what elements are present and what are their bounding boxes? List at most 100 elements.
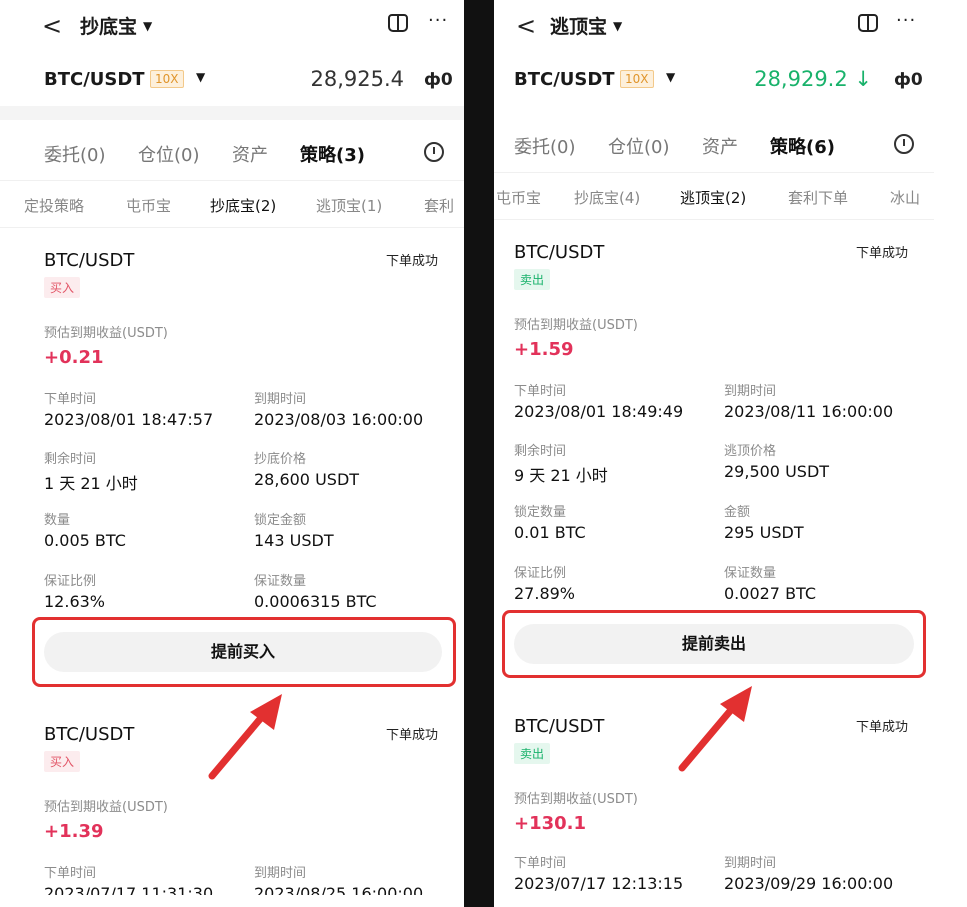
field-value: 12.63% [44,592,106,611]
field-label: 剩余时间 [514,444,567,459]
pair-selector[interactable]: BTC/USDT [44,69,145,90]
tab-assets[interactable]: 资产 [702,133,738,159]
page-title[interactable]: 逃顶宝 ▼ [550,12,622,39]
history-icon[interactable] [894,134,914,154]
page-title[interactable]: 抄底宝 ▼ [80,12,152,39]
highlight-box [502,610,926,678]
pair-selector[interactable]: BTC/USDT [514,69,615,90]
history-icon[interactable] [424,142,444,162]
tab-orders[interactable]: 委托(0) [44,141,106,167]
field-label: 到期时间 [254,392,307,407]
chevron-down-icon[interactable]: ▼ [196,70,205,84]
subtab-hodl[interactable]: 屯币宝 [496,187,541,208]
red-arrow-icon [208,694,282,780]
left-screen: < 抄底宝 ▼ ··· BTC/USDT 10X ▼ 28,925.4 ф0 委托… [0,0,464,895]
subtab-sell-high[interactable]: 逃顶宝(2) [680,187,746,208]
field-label: 抄底价格 [254,452,307,467]
field-value: 0.0027 BTC [724,584,817,603]
field-label: 保证数量 [254,574,307,589]
leverage-badge[interactable]: 10X [620,70,654,88]
field-label: 保证比例 [44,574,97,589]
tab-assets[interactable]: 资产 [232,141,268,167]
field-value: 2023/08/01 18:47:57 [44,410,214,429]
field-label: 下单时间 [514,856,567,871]
last-price: 28,929.2 ↓ [754,67,872,91]
chevron-down-icon: ▼ [143,19,153,33]
right-screen: < 逃顶宝 ▼ ··· BTC/USDT 10X ▼ 28,929.2 ↓ ф0 … [494,0,934,895]
back-icon[interactable]: < [516,12,536,40]
candlestick-icon[interactable]: ф0 [894,70,923,90]
strategy-subtabs: 屯币宝 抄底宝(4) 逃顶宝(2) 套利下单 冰山 [494,172,934,220]
card-pair: BTC/USDT [514,242,605,263]
field-value: 0.005 BTC [44,531,126,550]
tab-positions[interactable]: 仓位(0) [608,133,670,159]
subtab-hodl[interactable]: 屯币宝 [126,195,171,216]
main-tabs: 委托(0) 仓位(0) 资产 策略(6) [494,118,934,170]
subtab-sell-high[interactable]: 逃顶宝(1) [316,195,382,216]
pair-row: BTC/USDT 10X ▼ 28,929.2 ↓ ф0 [494,58,934,104]
profit-label: 预估到期收益(USDT) [514,792,638,807]
field-label: 保证数量 [724,566,777,581]
top-bar: < 抄底宝 ▼ ··· [0,0,464,52]
profit-value: +130.1 [514,813,587,834]
pair-row: BTC/USDT 10X ▼ 28,925.4 ф0 [0,58,464,104]
profit-label: 预估到期收益(USDT) [44,800,168,815]
field-value: 29,500 USDT [724,462,830,481]
subtab-iceberg[interactable]: 冰山 [890,187,920,208]
card-pair: BTC/USDT [44,250,135,271]
side-tag: 买入 [44,751,81,772]
field-value: 2023/08/25 16:00:00 [254,884,424,895]
tab-positions[interactable]: 仓位(0) [138,141,200,167]
field-value: 2023/08/11 16:00:00 [724,402,894,421]
field-label: 剩余时间 [44,452,97,467]
tab-strategy[interactable]: 策略(6) [770,133,835,159]
field-label: 锁定数量 [514,505,567,520]
field-label: 数量 [44,513,71,528]
field-label: 保证比例 [514,566,567,581]
book-icon[interactable] [858,14,878,32]
field-label: 下单时间 [44,866,97,881]
chevron-down-icon: ▼ [613,19,623,33]
red-arrow-icon [678,686,752,772]
subtab-arbitrage[interactable]: 套利 [424,195,454,216]
tab-strategy[interactable]: 策略(3) [300,141,365,167]
card-pair: BTC/USDT [44,724,135,745]
strategy-subtabs: 定投策略 屯币宝 抄底宝(2) 逃顶宝(1) 套利 [0,180,464,228]
field-value: 28,600 USDT [254,470,360,489]
field-label: 到期时间 [724,856,777,871]
book-icon[interactable] [388,14,408,32]
leverage-badge[interactable]: 10X [150,70,184,88]
tab-orders[interactable]: 委托(0) [514,133,576,159]
field-value: 2023/08/03 16:00:00 [254,410,424,429]
subtab-buy-low[interactable]: 抄底宝(2) [210,195,276,216]
field-value: 1 天 21 小时 [44,474,138,493]
field-value: 2023/07/17 11:31:30 [44,884,214,895]
field-value: 295 USDT [724,523,804,542]
top-bar: < 逃顶宝 ▼ ··· [494,0,934,52]
profit-label: 预估到期收益(USDT) [44,326,168,341]
subtab-arbitrage-order[interactable]: 套利下单 [788,187,848,208]
subtab-dca[interactable]: 定投策略 [24,195,84,216]
field-label: 下单时间 [514,384,567,399]
profit-label: 预估到期收益(USDT) [514,318,638,333]
profit-value: +1.59 [514,339,574,360]
more-icon[interactable]: ··· [428,10,448,31]
highlight-box [32,617,456,687]
field-label: 到期时间 [254,866,307,881]
back-icon[interactable]: < [42,12,62,40]
field-value: 0.01 BTC [514,523,586,542]
main-tabs: 委托(0) 仓位(0) 资产 策略(3) [0,126,464,178]
profit-value: +1.39 [44,821,104,842]
field-value: 2023/09/29 16:00:00 [724,874,894,893]
status-badge: 下单成功 [386,728,439,743]
page-title-text: 逃顶宝 [550,16,608,38]
side-tag: 买入 [44,277,81,298]
chevron-down-icon[interactable]: ▼ [666,70,675,84]
subtab-buy-low[interactable]: 抄底宝(4) [574,187,640,208]
status-badge: 下单成功 [856,720,909,735]
field-value: 0.0006315 BTC [254,592,377,611]
candlestick-icon[interactable]: ф0 [424,70,453,90]
field-value: 27.89% [514,584,576,603]
page-title-text: 抄底宝 [80,16,138,38]
more-icon[interactable]: ··· [896,10,916,31]
